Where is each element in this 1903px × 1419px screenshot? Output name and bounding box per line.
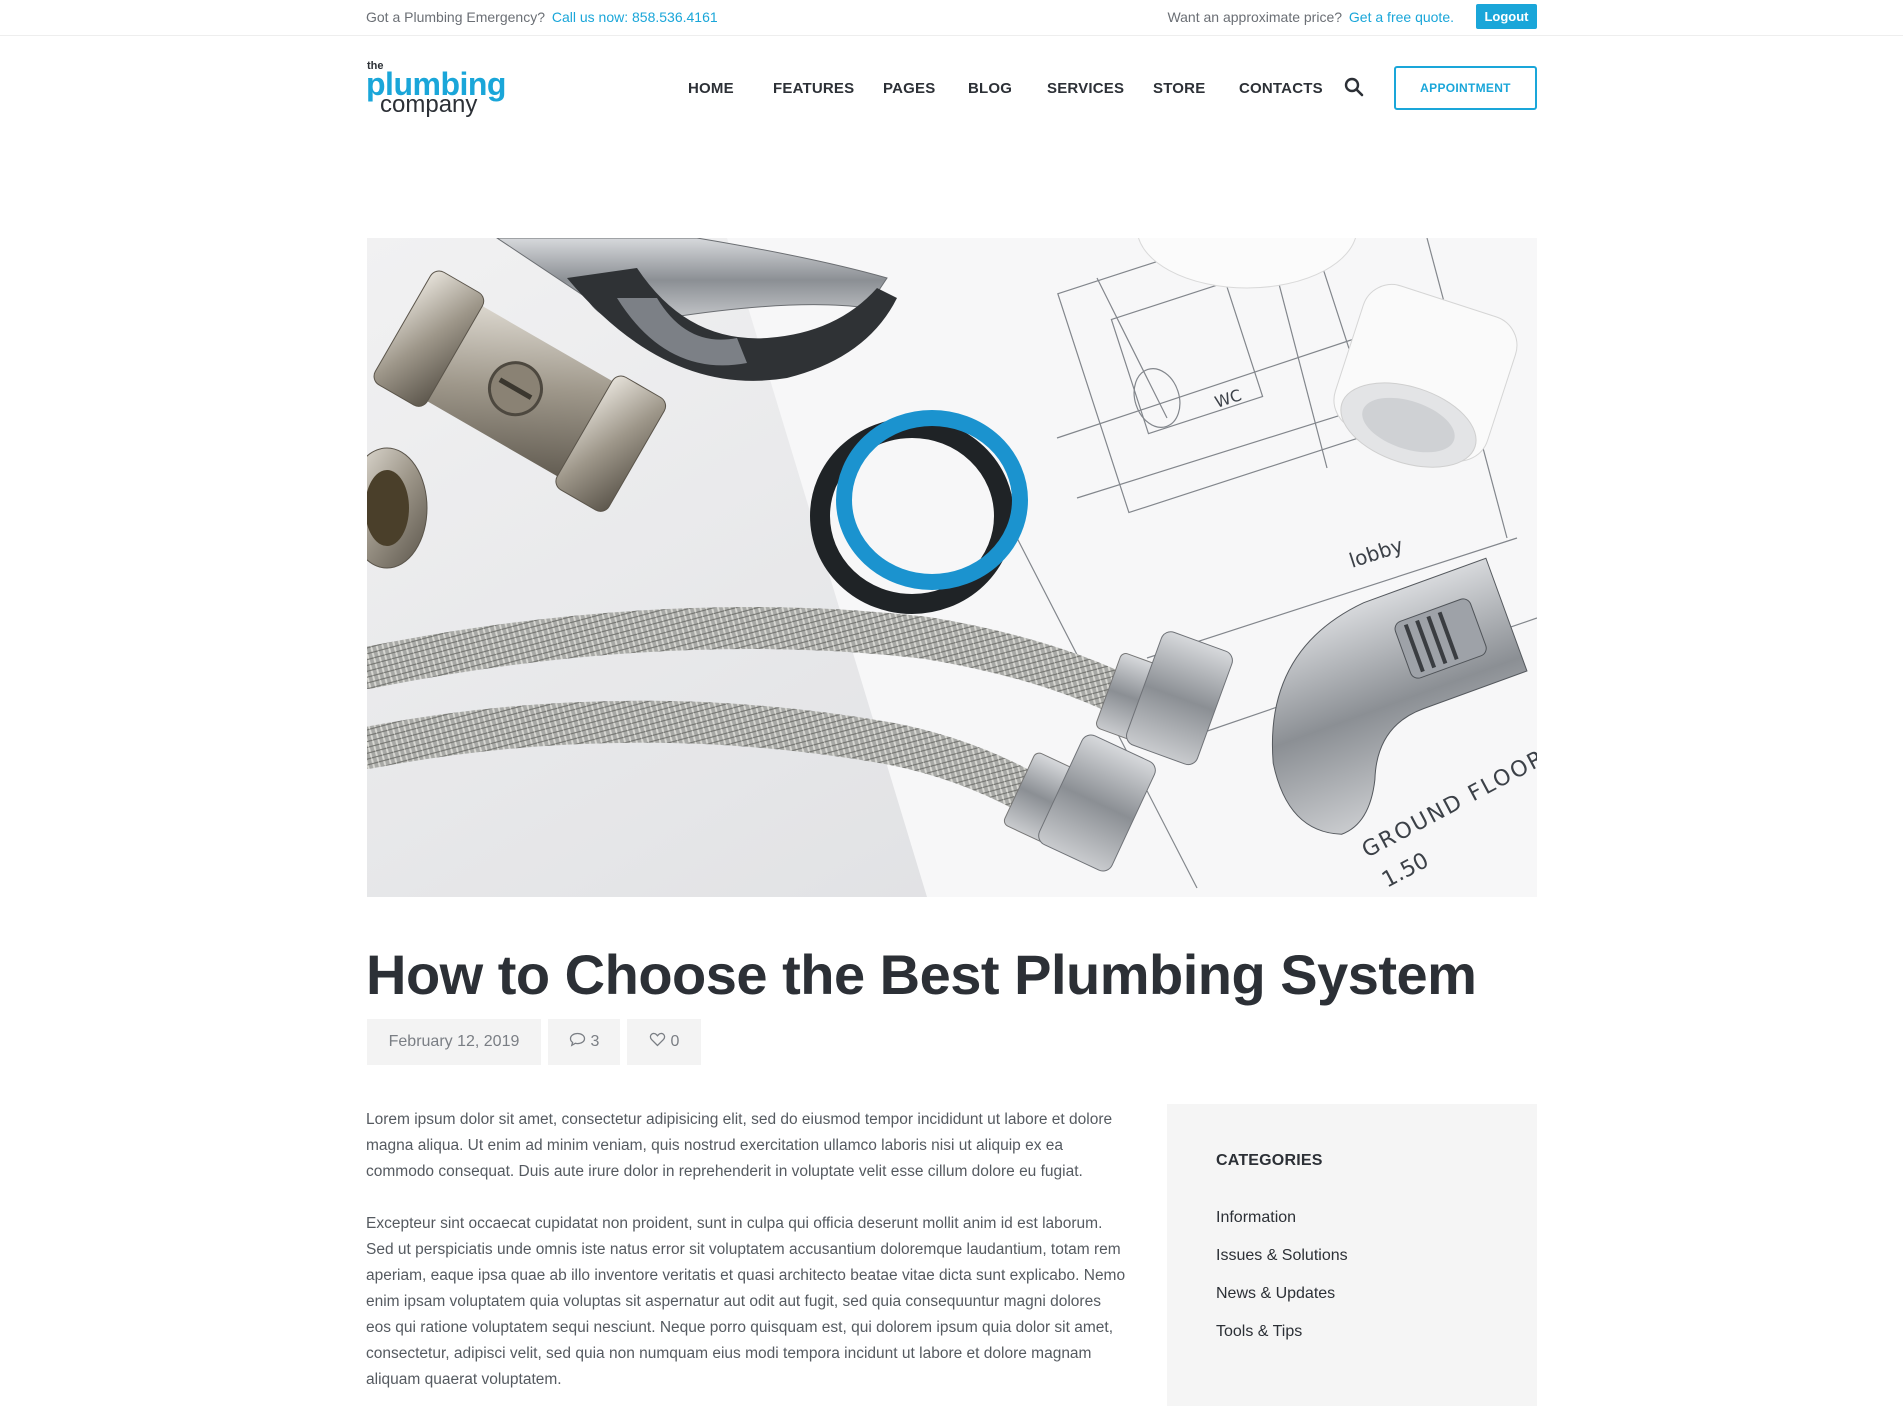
nav-item-contacts[interactable]: CONTACTS [1239,80,1323,97]
category-link-news-updates[interactable]: News & Updates [1216,1285,1335,1303]
search-icon[interactable] [1344,77,1364,97]
post-paragraph-2: Excepteur sint occaecat cupidatat non pr… [366,1215,1126,1388]
emergency-text: Got a Plumbing Emergency? [366,9,545,25]
post-date: February 12, 2019 [367,1019,541,1065]
nav-item-features[interactable]: FEATURES [773,80,854,97]
logo-company-text: company [380,91,478,118]
logout-button[interactable]: Logout [1476,4,1537,29]
free-quote-link[interactable]: Get a free quote. [1349,9,1454,25]
price-text: Want an approximate price? [1167,9,1343,25]
hero-image: lobby WC GROUND FLOOR 1.50 [367,238,1537,897]
call-us-link[interactable]: Call us now: 858.536.4161 [552,9,718,25]
quote-notice: Want an approximate price? Get a free qu… [1167,9,1454,25]
category-link-issues-solutions[interactable]: Issues & Solutions [1216,1247,1348,1265]
nav-item-pages[interactable]: PAGES [883,80,935,97]
post-title: How to Choose the Best Plumbing System [366,943,1477,1006]
site-header [0,36,1903,140]
comments-count[interactable]: 3 [548,1019,620,1065]
top-bar: Got a Plumbing Emergency? Call us now: 8… [0,0,1903,36]
post-paragraph-1: Lorem ipsum dolor sit amet, consectetur … [366,1111,1113,1180]
nav-item-home[interactable]: HOME [688,80,734,97]
appointment-button[interactable]: APPOINTMENT [1394,66,1537,110]
comment-icon [569,1032,586,1052]
nav-item-store[interactable]: STORE [1153,80,1205,97]
site-logo[interactable]: the plumbing company [366,60,506,118]
emergency-notice: Got a Plumbing Emergency? Call us now: 8… [366,9,718,25]
nav-item-services[interactable]: SERVICES [1047,80,1124,97]
category-link-tools-tips[interactable]: Tools & Tips [1216,1323,1302,1341]
post-content: Lorem ipsum dolor sit amet, consectetur … [366,1107,1126,1419]
categories-widget: CATEGORIES Information Issues & Solution… [1167,1104,1537,1406]
categories-title: CATEGORIES [1216,1152,1323,1169]
likes-count[interactable]: 0 [627,1019,701,1065]
nav-item-blog[interactable]: BLOG [968,80,1012,97]
likes-count-text: 0 [670,1033,680,1050]
post-date-text: February 12, 2019 [388,1033,520,1050]
category-link-information[interactable]: Information [1216,1209,1296,1227]
heart-icon [649,1032,666,1052]
comments-count-text: 3 [590,1033,600,1050]
